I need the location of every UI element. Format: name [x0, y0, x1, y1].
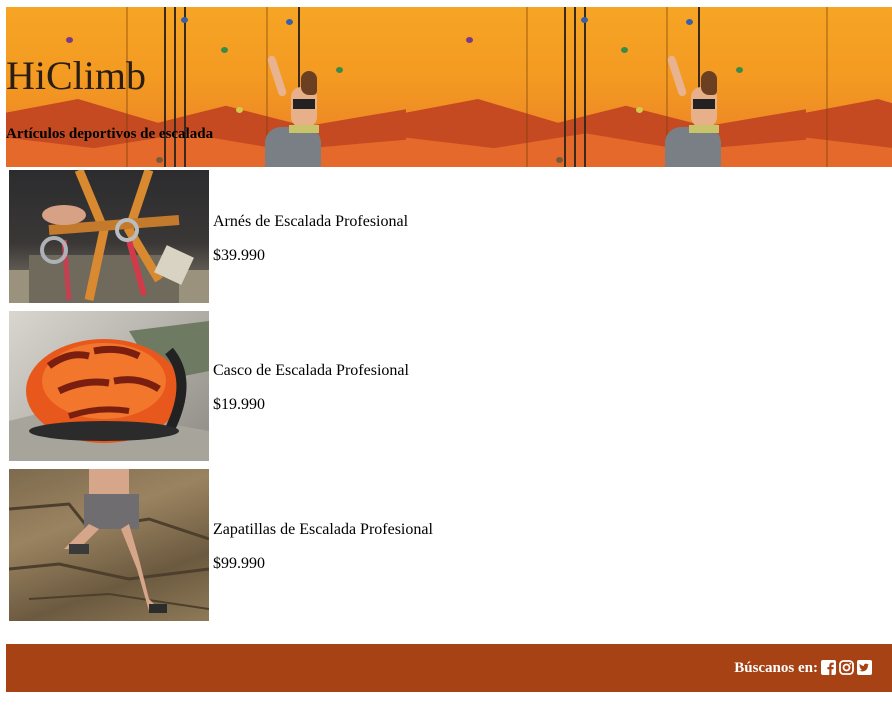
- site-subtitle: Artículos deportivos de escalada: [6, 126, 214, 142]
- product-image-shoes: [9, 469, 209, 621]
- product-item: Zapatillas de Escalada Profesional $99.9…: [9, 469, 889, 621]
- instagram-icon[interactable]: [839, 660, 854, 675]
- site-title: HiClimb: [6, 53, 147, 98]
- footer-label: Búscanos en:: [734, 660, 818, 676]
- product-image-harness: [9, 170, 209, 303]
- product-image-helmet: [9, 311, 209, 461]
- product-item: Casco de Escalada Profesional $19.990: [9, 311, 889, 461]
- facebook-icon[interactable]: [821, 660, 836, 675]
- product-price: $99.990: [213, 555, 265, 572]
- product-name: Arnés de Escalada Profesional: [213, 213, 409, 230]
- footer: Búscanos en:: [6, 644, 892, 692]
- product-price: $39.990: [213, 247, 265, 264]
- product-name: Casco de Escalada Profesional: [213, 362, 409, 379]
- banner-image-tile: [806, 7, 892, 167]
- twitter-icon[interactable]: [857, 660, 872, 675]
- product-price: $19.990: [213, 396, 265, 413]
- product-item: Arnés de Escalada Profesional $39.990: [9, 170, 889, 303]
- banner-image-tile: [406, 7, 806, 167]
- product-name: Zapatillas de Escalada Profesional: [213, 521, 433, 538]
